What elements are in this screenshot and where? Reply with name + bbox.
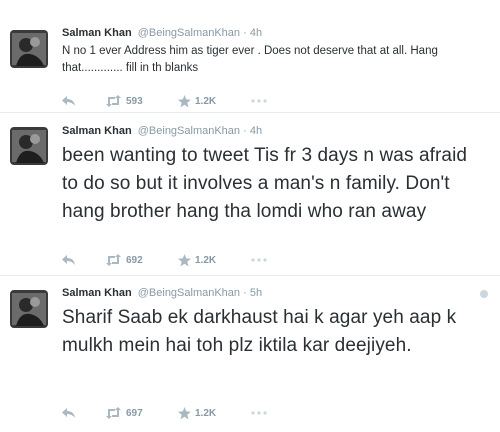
tweet-header: Salman Khan @BeingSalmanKhan · 5h [62,286,482,300]
more-dots-icon [251,99,267,103]
star-icon [178,94,191,108]
retweet-button[interactable]: 593 [105,94,143,108]
retweet-count: 692 [126,254,143,266]
tweet-feed: Salman Khan @BeingSalmanKhan · 4h N no 1… [0,0,500,432]
avatar[interactable] [10,30,48,68]
author-name[interactable]: Salman Khan [62,125,132,137]
author-handle[interactable]: @BeingSalmanKhan [138,287,240,299]
retweet-button[interactable]: 692 [105,253,143,267]
favorite-count: 1.2K [195,254,217,266]
star-icon [178,406,191,420]
retweet-icon [105,254,122,266]
avatar[interactable] [10,290,48,328]
more-button[interactable] [251,253,267,267]
author-name[interactable]: Salman Khan [62,287,132,299]
separator: · [243,125,247,137]
retweet-count: 697 [126,407,143,419]
author-name[interactable]: Salman Khan [62,27,132,39]
tweet-text: been wanting to tweet Tis fr 3 days n wa… [62,145,468,222]
tweet-text: N no 1 ever Address him as tiger ever . … [62,45,438,74]
tweet[interactable]: Salman Khan @BeingSalmanKhan · 4h N no 1… [0,0,500,113]
more-button[interactable] [251,94,267,108]
tweet-content: Salman Khan @BeingSalmanKhan · 4h been w… [62,124,482,226]
tweet-content: Salman Khan @BeingSalmanKhan · 5h Sharif… [62,286,482,360]
favorite-count: 1.2K [195,95,217,107]
retweet-icon [105,407,122,419]
timestamp[interactable]: 5h [250,287,262,299]
star-icon [178,253,191,267]
avatar[interactable] [10,127,48,165]
timestamp[interactable]: 4h [250,27,262,39]
separator: · [243,287,247,299]
reply-button[interactable] [62,406,76,420]
reply-icon [62,407,76,419]
timestamp[interactable]: 4h [250,125,262,137]
tweet[interactable]: Salman Khan @BeingSalmanKhan · 4h been w… [0,113,500,276]
tweet[interactable]: Salman Khan @BeingSalmanKhan · 5h Sharif… [0,276,500,432]
separator: · [243,27,247,39]
tweet-text: Sharif Saab ek darkhaust hai k agar yeh … [62,307,457,356]
tweet-header: Salman Khan @BeingSalmanKhan · 4h [62,26,482,40]
retweet-count: 593 [126,95,143,107]
reply-button[interactable] [62,94,76,108]
reply-icon [62,254,76,266]
author-handle[interactable]: @BeingSalmanKhan [138,27,240,39]
reply-button[interactable] [62,253,76,267]
retweet-icon [105,95,122,107]
more-dots-icon [251,258,267,262]
tweet-header: Salman Khan @BeingSalmanKhan · 4h [62,124,482,138]
retweet-button[interactable]: 697 [105,406,143,420]
more-dots-icon [251,411,267,415]
favorite-button[interactable]: 1.2K [178,94,216,108]
favorite-button[interactable]: 1.2K [178,406,216,420]
tweet-content: Salman Khan @BeingSalmanKhan · 4h N no 1… [62,26,482,77]
more-button[interactable] [251,406,267,420]
author-handle[interactable]: @BeingSalmanKhan [138,125,240,137]
favorite-button[interactable]: 1.2K [178,253,216,267]
reply-icon [62,95,76,107]
favorite-count: 1.2K [195,407,217,419]
